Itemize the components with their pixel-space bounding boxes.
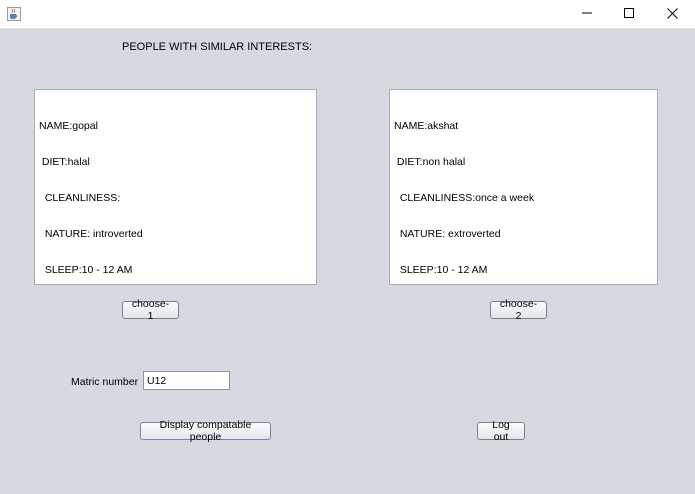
person-1-diet: DIET:halal: [39, 156, 90, 168]
person-2-cleanliness: CLEANLINESS:once a week: [394, 192, 535, 204]
matric-number-label: Matric number: [71, 376, 139, 388]
minimize-icon: [582, 8, 592, 21]
person-2-sleep: SLEEP:10 - 12 AM: [394, 264, 488, 276]
person-1-textarea[interactable]: NAME:gopal DIET:halal CLEANLINESS: NATUR…: [34, 89, 317, 285]
maximize-icon: [624, 8, 634, 21]
page-title: PEOPLE WITH SIMILAR INTERESTS:: [122, 41, 313, 53]
person-1-sleep: SLEEP:10 - 12 AM: [39, 264, 133, 276]
choose-1-button[interactable]: choose-1: [122, 298, 179, 322]
person-1-nature: NATURE: introverted: [39, 228, 143, 240]
person-2-diet: DIET:non halal: [394, 156, 466, 168]
maximize-button[interactable]: [606, 0, 652, 29]
person-1-name: NAME:gopal: [39, 120, 98, 132]
person-1-cleanliness: CLEANLINESS:: [39, 192, 121, 204]
matric-number-input[interactable]: [143, 371, 230, 390]
display-compatible-people-button[interactable]: Display compatable people: [140, 419, 271, 443]
person-2-textarea[interactable]: NAME:akshat DIET:non halal CLEANLINESS:o…: [389, 89, 658, 285]
log-out-button[interactable]: Log out: [477, 419, 525, 443]
close-button[interactable]: [649, 0, 695, 29]
minimize-button[interactable]: [564, 0, 610, 29]
java-cup-icon: [7, 7, 21, 21]
person-2-name: NAME:akshat: [394, 120, 459, 132]
choose-2-button[interactable]: choose-2: [490, 298, 547, 322]
title-bar: [0, 0, 695, 29]
close-icon: [666, 7, 678, 22]
person-2-nature: NATURE: extroverted: [394, 228, 501, 240]
